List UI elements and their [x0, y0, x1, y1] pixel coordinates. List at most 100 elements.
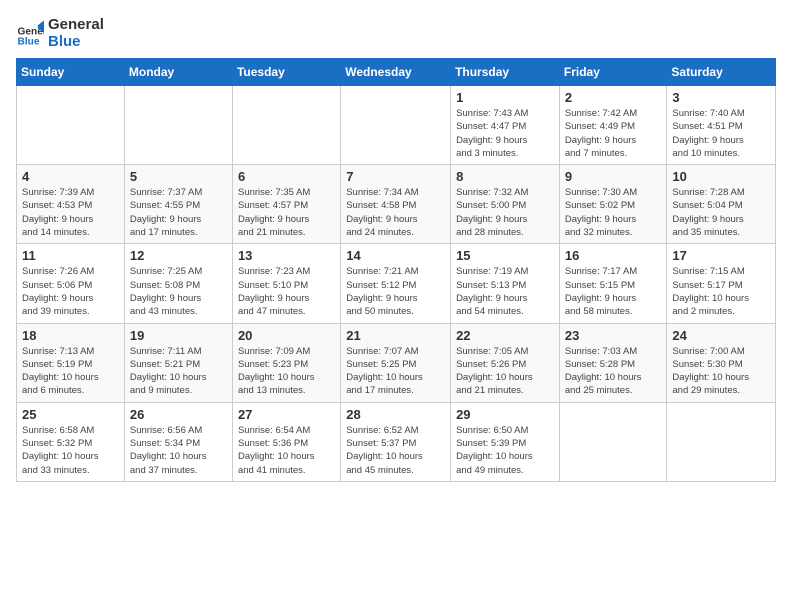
calendar-week-row: 18 Sunrise: 7:13 AM Sunset: 5:19 PM Dayli…	[17, 323, 776, 402]
calendar-day-cell: 22 Sunrise: 7:05 AM Sunset: 5:26 PM Dayli…	[451, 323, 560, 402]
day-info: Sunrise: 6:54 AM Sunset: 5:36 PM Dayligh…	[238, 424, 335, 477]
calendar-day-cell: 2 Sunrise: 7:42 AM Sunset: 4:49 PM Daylig…	[559, 86, 667, 165]
calendar-week-row: 4Sunrise: 7:39 AM Sunset: 4:53 PM Daylig…	[17, 165, 776, 244]
day-info: Sunrise: 6:50 AM Sunset: 5:39 PM Dayligh…	[456, 424, 554, 477]
day-info: Sunrise: 7:13 AM Sunset: 5:19 PM Dayligh…	[22, 345, 119, 398]
day-info: Sunrise: 7:35 AM Sunset: 4:57 PM Dayligh…	[238, 186, 335, 239]
day-info: Sunrise: 7:34 AM Sunset: 4:58 PM Dayligh…	[346, 186, 445, 239]
weekday-header: Monday	[124, 59, 232, 86]
calendar-day-cell: 12 Sunrise: 7:25 AM Sunset: 5:08 PM Dayli…	[124, 244, 232, 323]
calendar-day-cell	[341, 86, 451, 165]
calendar-day-cell: 8 Sunrise: 7:32 AM Sunset: 5:00 PM Daylig…	[451, 165, 560, 244]
calendar-day-cell: 14 Sunrise: 7:21 AM Sunset: 5:12 PM Dayli…	[341, 244, 451, 323]
calendar-header-row: SundayMondayTuesdayWednesdayThursdayFrid…	[17, 59, 776, 86]
day-info: Sunrise: 6:52 AM Sunset: 5:37 PM Dayligh…	[346, 424, 445, 477]
calendar-day-cell: 25 Sunrise: 6:58 AM Sunset: 5:32 PM Dayli…	[17, 402, 125, 481]
day-info: Sunrise: 6:58 AM Sunset: 5:32 PM Dayligh…	[22, 424, 119, 477]
day-number: 9	[565, 169, 662, 184]
day-number: 21	[346, 328, 445, 343]
day-number: 22	[456, 328, 554, 343]
day-info: Sunrise: 7:26 AM Sunset: 5:06 PM Dayligh…	[22, 265, 119, 318]
logo: General Blue General Blue	[16, 16, 104, 50]
day-number: 10	[672, 169, 770, 184]
calendar-day-cell: 16 Sunrise: 7:17 AM Sunset: 5:15 PM Dayli…	[559, 244, 667, 323]
weekday-header: Friday	[559, 59, 667, 86]
calendar-day-cell: 1 Sunrise: 7:43 AM Sunset: 4:47 PM Daylig…	[451, 86, 560, 165]
day-info: Sunrise: 7:43 AM Sunset: 4:47 PM Dayligh…	[456, 107, 554, 160]
day-number: 12	[130, 248, 227, 263]
calendar-day-cell	[17, 86, 125, 165]
calendar-day-cell: 6 Sunrise: 7:35 AM Sunset: 4:57 PM Daylig…	[232, 165, 340, 244]
calendar-day-cell: 29 Sunrise: 6:50 AM Sunset: 5:39 PM Dayli…	[451, 402, 560, 481]
calendar-day-cell: 10 Sunrise: 7:28 AM Sunset: 5:04 PM Dayli…	[667, 165, 776, 244]
day-number: 14	[346, 248, 445, 263]
calendar-day-cell: 20Sunrise: 7:09 AM Sunset: 5:23 PM Dayli…	[232, 323, 340, 402]
day-number: 29	[456, 407, 554, 422]
day-number: 16	[565, 248, 662, 263]
day-number: 1	[456, 90, 554, 105]
day-number: 17	[672, 248, 770, 263]
calendar-day-cell: 19 Sunrise: 7:11 AM Sunset: 5:21 PM Dayli…	[124, 323, 232, 402]
day-info: Sunrise: 7:03 AM Sunset: 5:28 PM Dayligh…	[565, 345, 662, 398]
calendar-table: SundayMondayTuesdayWednesdayThursdayFrid…	[16, 58, 776, 482]
logo-icon: General Blue	[16, 19, 44, 47]
day-number: 13	[238, 248, 335, 263]
day-number: 24	[672, 328, 770, 343]
day-info: Sunrise: 7:07 AM Sunset: 5:25 PM Dayligh…	[346, 345, 445, 398]
day-info: Sunrise: 7:17 AM Sunset: 5:15 PM Dayligh…	[565, 265, 662, 318]
day-number: 23	[565, 328, 662, 343]
day-number: 18	[22, 328, 119, 343]
calendar-day-cell: 28 Sunrise: 6:52 AM Sunset: 5:37 PM Dayli…	[341, 402, 451, 481]
calendar-day-cell	[559, 402, 667, 481]
day-number: 8	[456, 169, 554, 184]
day-number: 19	[130, 328, 227, 343]
day-info: Sunrise: 7:32 AM Sunset: 5:00 PM Dayligh…	[456, 186, 554, 239]
day-number: 28	[346, 407, 445, 422]
logo-general: General	[48, 16, 104, 33]
day-info: Sunrise: 7:05 AM Sunset: 5:26 PM Dayligh…	[456, 345, 554, 398]
calendar-day-cell: 5 Sunrise: 7:37 AM Sunset: 4:55 PM Daylig…	[124, 165, 232, 244]
calendar-day-cell: 24Sunrise: 7:00 AM Sunset: 5:30 PM Dayli…	[667, 323, 776, 402]
day-number: 11	[22, 248, 119, 263]
day-number: 7	[346, 169, 445, 184]
day-number: 2	[565, 90, 662, 105]
day-number: 6	[238, 169, 335, 184]
day-number: 25	[22, 407, 119, 422]
day-number: 27	[238, 407, 335, 422]
calendar-day-cell: 4Sunrise: 7:39 AM Sunset: 4:53 PM Daylig…	[17, 165, 125, 244]
weekday-header: Tuesday	[232, 59, 340, 86]
calendar-day-cell: 15 Sunrise: 7:19 AM Sunset: 5:13 PM Dayli…	[451, 244, 560, 323]
day-number: 5	[130, 169, 227, 184]
day-info: Sunrise: 7:19 AM Sunset: 5:13 PM Dayligh…	[456, 265, 554, 318]
calendar-day-cell: 11 Sunrise: 7:26 AM Sunset: 5:06 PM Dayli…	[17, 244, 125, 323]
day-info: Sunrise: 7:39 AM Sunset: 4:53 PM Dayligh…	[22, 186, 119, 239]
weekday-header: Saturday	[667, 59, 776, 86]
day-info: Sunrise: 7:25 AM Sunset: 5:08 PM Dayligh…	[130, 265, 227, 318]
calendar-day-cell: 27 Sunrise: 6:54 AM Sunset: 5:36 PM Dayli…	[232, 402, 340, 481]
day-info: Sunrise: 6:56 AM Sunset: 5:34 PM Dayligh…	[130, 424, 227, 477]
calendar-body: 1 Sunrise: 7:43 AM Sunset: 4:47 PM Daylig…	[17, 86, 776, 482]
day-number: 20	[238, 328, 335, 343]
day-number: 3	[672, 90, 770, 105]
day-info: Sunrise: 7:37 AM Sunset: 4:55 PM Dayligh…	[130, 186, 227, 239]
calendar-day-cell	[232, 86, 340, 165]
day-info: Sunrise: 7:28 AM Sunset: 5:04 PM Dayligh…	[672, 186, 770, 239]
day-info: Sunrise: 7:21 AM Sunset: 5:12 PM Dayligh…	[346, 265, 445, 318]
day-info: Sunrise: 7:40 AM Sunset: 4:51 PM Dayligh…	[672, 107, 770, 160]
day-info: Sunrise: 7:11 AM Sunset: 5:21 PM Dayligh…	[130, 345, 227, 398]
calendar-day-cell: 9 Sunrise: 7:30 AM Sunset: 5:02 PM Daylig…	[559, 165, 667, 244]
day-info: Sunrise: 7:23 AM Sunset: 5:10 PM Dayligh…	[238, 265, 335, 318]
weekday-header: Wednesday	[341, 59, 451, 86]
day-info: Sunrise: 7:30 AM Sunset: 5:02 PM Dayligh…	[565, 186, 662, 239]
calendar-day-cell	[124, 86, 232, 165]
calendar-day-cell: 21 Sunrise: 7:07 AM Sunset: 5:25 PM Dayli…	[341, 323, 451, 402]
calendar-day-cell: 7 Sunrise: 7:34 AM Sunset: 4:58 PM Daylig…	[341, 165, 451, 244]
calendar-day-cell: 13 Sunrise: 7:23 AM Sunset: 5:10 PM Dayli…	[232, 244, 340, 323]
day-number: 15	[456, 248, 554, 263]
day-info: Sunrise: 7:42 AM Sunset: 4:49 PM Dayligh…	[565, 107, 662, 160]
day-number: 26	[130, 407, 227, 422]
weekday-header: Sunday	[17, 59, 125, 86]
svg-text:Blue: Blue	[18, 37, 40, 47]
calendar-week-row: 11 Sunrise: 7:26 AM Sunset: 5:06 PM Dayli…	[17, 244, 776, 323]
weekday-header: Thursday	[451, 59, 560, 86]
